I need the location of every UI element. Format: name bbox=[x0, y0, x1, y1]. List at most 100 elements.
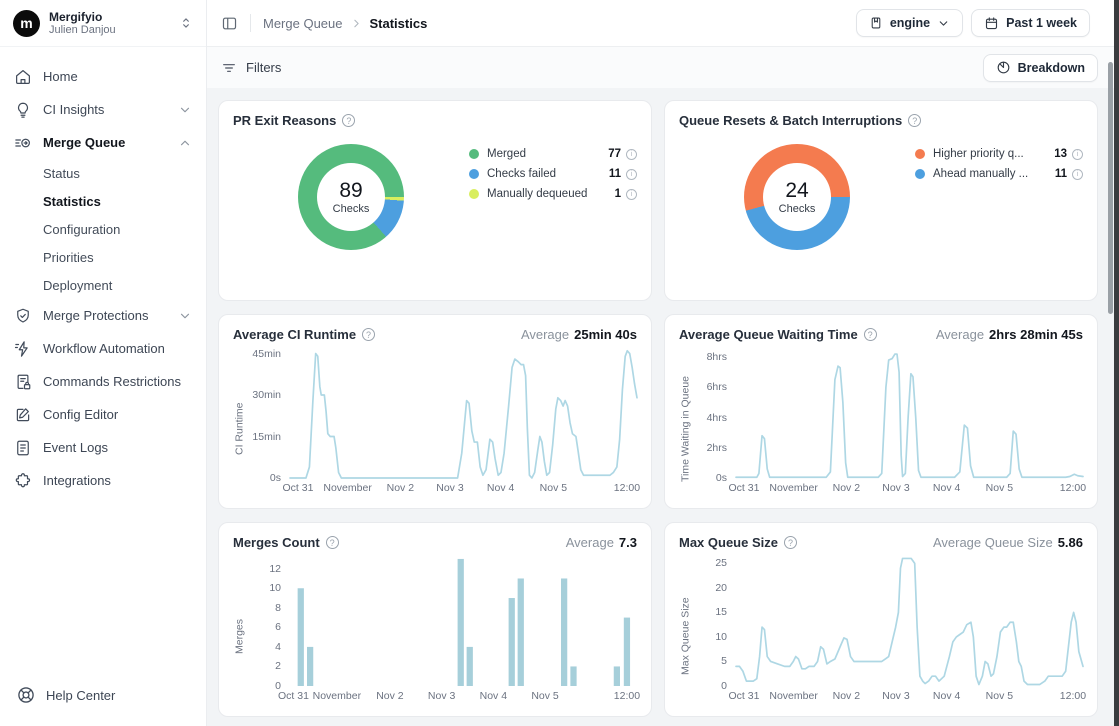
ci-runtime-line-chart[interactable]: CI Runtime0s15min30min45minOct 31Novembe… bbox=[233, 348, 637, 495]
breadcrumb-section[interactable]: Merge Queue bbox=[263, 16, 343, 31]
sidebar-item-workflow-automation[interactable]: Workflow Automation bbox=[0, 332, 206, 365]
sidebar-subitem-priorities[interactable]: Priorities bbox=[0, 243, 206, 271]
sidebar-item-merge-protections[interactable]: Merge Protections bbox=[0, 299, 206, 332]
shield-check-icon bbox=[14, 307, 32, 325]
account-switcher[interactable]: m Mergifyio Julien Danjou bbox=[0, 0, 206, 47]
average-value: 25min 40s bbox=[574, 327, 637, 342]
workflow-icon bbox=[14, 340, 32, 358]
sidebar-item-label: Event Logs bbox=[43, 440, 108, 455]
sidebar-subitem-label: Status bbox=[43, 166, 80, 181]
help-icon[interactable] bbox=[908, 114, 921, 127]
filters-button[interactable]: Filters bbox=[221, 60, 281, 76]
breadcrumb-page: Statistics bbox=[370, 16, 428, 31]
x-tick-label: November bbox=[769, 482, 817, 494]
card-title: Average Queue Waiting Time bbox=[679, 327, 858, 342]
card-title: PR Exit Reasons bbox=[233, 113, 336, 128]
max-queue-size-line-chart[interactable]: Max Queue Size0510152025Oct 31NovemberNo… bbox=[679, 556, 1083, 703]
sidebar-toggle-icon[interactable] bbox=[221, 15, 238, 32]
org-name: Mergifyio bbox=[49, 10, 179, 24]
info-icon[interactable] bbox=[1072, 149, 1083, 160]
x-tick-label: Nov 3 bbox=[882, 482, 909, 494]
info-icon[interactable] bbox=[626, 149, 637, 160]
legend: Merged77 Checks failed11 Manually dequeued… bbox=[469, 148, 637, 250]
sidebar-item-help-center[interactable]: Help Center bbox=[0, 664, 206, 726]
breakdown-label: Breakdown bbox=[1018, 61, 1085, 75]
y-tick-label: 4hrs bbox=[707, 412, 727, 424]
pr-exit-reasons-donut-chart[interactable]: 89 Checks bbox=[298, 144, 404, 250]
calendar-icon bbox=[984, 16, 999, 31]
sidebar-subitem-status[interactable]: Status bbox=[0, 159, 206, 187]
legend-label: Manually dequeued bbox=[487, 188, 609, 200]
sidebar-item-commands-restrictions[interactable]: Commands Restrictions bbox=[0, 365, 206, 398]
y-axis-ticks: 0510152025 bbox=[692, 556, 736, 703]
y-tick-label: 6 bbox=[275, 621, 281, 633]
y-axis-title: Time Waiting in Queue bbox=[679, 348, 692, 495]
scrollbar-thumb[interactable] bbox=[1108, 62, 1113, 314]
card-merges-count: Merges Count Average 7.3 Merges024681012… bbox=[218, 522, 652, 717]
sidebar-item-event-logs[interactable]: Event Logs bbox=[0, 431, 206, 464]
help-icon[interactable] bbox=[342, 114, 355, 127]
x-tick-label: Oct 31 bbox=[729, 690, 760, 702]
x-tick-label: Oct 31 bbox=[283, 482, 314, 494]
info-icon[interactable] bbox=[1072, 169, 1083, 180]
x-tick-label: Nov 5 bbox=[540, 482, 567, 494]
merge-queue-icon bbox=[14, 134, 32, 152]
repository-selector-button[interactable]: engine bbox=[856, 9, 963, 37]
queue-waiting-line-chart[interactable]: Time Waiting in Queue0s2hrs4hrs6hrs8hrsO… bbox=[679, 348, 1083, 495]
sidebar-subitem-statistics[interactable]: Statistics bbox=[0, 187, 206, 215]
y-tick-label: 4 bbox=[275, 641, 281, 653]
x-tick-label: Nov 2 bbox=[376, 690, 403, 702]
sidebar-item-ci-insights[interactable]: CI Insights bbox=[0, 93, 206, 126]
sidebar: m Mergifyio Julien Danjou HomeCI Insight… bbox=[0, 0, 207, 726]
y-axis-ticks: 024681012 bbox=[246, 556, 290, 703]
info-icon[interactable] bbox=[626, 189, 637, 200]
sidebar-subitem-label: Deployment bbox=[43, 278, 112, 293]
y-tick-label: 20 bbox=[715, 582, 727, 594]
card-pr-exit-reasons: PR Exit Reasons 89 Checks Merged77 Checks… bbox=[218, 100, 652, 301]
legend-dot bbox=[469, 149, 479, 159]
breakdown-button[interactable]: Breakdown bbox=[983, 54, 1098, 82]
x-tick-label: Nov 3 bbox=[882, 690, 909, 702]
legend-item[interactable]: Merged77 bbox=[469, 148, 637, 160]
legend-item[interactable]: Manually dequeued1 bbox=[469, 188, 637, 200]
help-icon[interactable] bbox=[362, 328, 375, 341]
x-axis-ticks: Oct 31NovemberNov 2Nov 3Nov 4Nov 512:00 bbox=[290, 686, 637, 703]
x-tick-label: Nov 4 bbox=[933, 690, 960, 702]
sidebar-item-config-editor[interactable]: Config Editor bbox=[0, 398, 206, 431]
legend-item[interactable]: Higher priority q...13 bbox=[915, 148, 1083, 160]
donut-total-value: 24 bbox=[785, 180, 808, 202]
average-value: 5.86 bbox=[1058, 535, 1083, 550]
sidebar-subitem-label: Configuration bbox=[43, 222, 120, 237]
info-icon[interactable] bbox=[626, 169, 637, 180]
card-average-ci-runtime: Average CI Runtime Average 25min 40s CI … bbox=[218, 314, 652, 509]
help-icon[interactable] bbox=[864, 328, 877, 341]
queue-resets-donut-chart[interactable]: 24 Checks bbox=[744, 144, 850, 250]
sidebar-item-integrations[interactable]: Integrations bbox=[0, 464, 206, 497]
help-icon[interactable] bbox=[326, 536, 339, 549]
help-icon[interactable] bbox=[784, 536, 797, 549]
sidebar-item-merge-queue[interactable]: Merge Queue bbox=[0, 126, 206, 159]
sidebar-subitem-configuration[interactable]: Configuration bbox=[0, 215, 206, 243]
chevron-down-icon bbox=[178, 309, 192, 323]
legend-label: Higher priority q... bbox=[933, 148, 1048, 160]
date-range-button[interactable]: Past 1 week bbox=[971, 9, 1090, 37]
legend-item[interactable]: Ahead manually ...11 bbox=[915, 168, 1083, 180]
legend-dot bbox=[915, 149, 925, 159]
average-value: 7.3 bbox=[619, 535, 637, 550]
legend-item[interactable]: Checks failed11 bbox=[469, 168, 637, 180]
x-tick-label: Oct 31 bbox=[278, 690, 309, 702]
sidebar-subitem-deployment[interactable]: Deployment bbox=[0, 271, 206, 299]
chevron-right-icon bbox=[350, 17, 363, 30]
x-tick-label: November bbox=[769, 690, 817, 702]
home-icon bbox=[14, 68, 32, 86]
sidebar-item-home[interactable]: Home bbox=[0, 60, 206, 93]
x-axis-ticks: Oct 31NovemberNov 2Nov 3Nov 4Nov 512:00 bbox=[736, 478, 1083, 495]
merges-count-bar-chart[interactable]: Merges024681012Oct 31NovemberNov 2Nov 3N… bbox=[233, 556, 637, 703]
card-title: Queue Resets & Batch Interruptions bbox=[679, 113, 902, 128]
account-selector-icon[interactable] bbox=[179, 16, 193, 30]
sidebar-subitem-label: Statistics bbox=[43, 194, 101, 209]
legend-dot bbox=[469, 169, 479, 179]
donut-total-value: 89 bbox=[339, 180, 362, 202]
legend-value: 11 bbox=[1055, 168, 1067, 180]
divider bbox=[250, 14, 251, 32]
